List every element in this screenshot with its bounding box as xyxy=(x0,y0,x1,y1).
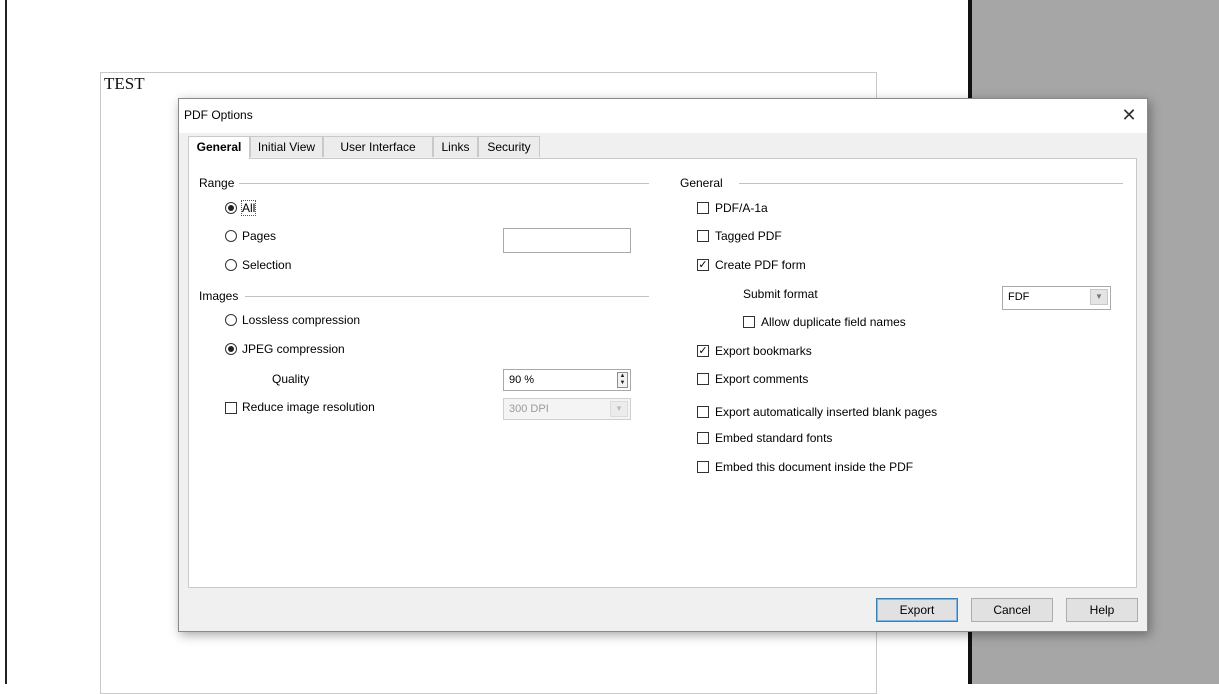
chevron-down-icon[interactable]: ▼ xyxy=(1090,289,1108,305)
cancel-button[interactable]: Cancel xyxy=(971,598,1053,622)
range-divider xyxy=(239,183,649,184)
embed-fonts-label[interactable]: Embed standard fonts xyxy=(715,431,832,445)
window-left-border xyxy=(5,0,7,684)
tagged-pdf-checkbox[interactable] xyxy=(697,230,709,242)
spin-arrows-icon[interactable]: ▲ ▼ xyxy=(617,372,628,388)
create-form-label[interactable]: Create PDF form xyxy=(715,258,806,272)
submit-format-label: Submit format xyxy=(743,287,818,301)
resolution-value: 300 DPI xyxy=(509,403,549,415)
dialog-title-bar[interactable]: PDF Options ✕ xyxy=(179,99,1147,133)
tab-user-interface[interactable]: User Interface xyxy=(323,136,433,157)
reduce-resolution-label[interactable]: Reduce image resolution xyxy=(242,400,375,414)
tagged-pdf-label[interactable]: Tagged PDF xyxy=(715,229,782,243)
pages-input[interactable] xyxy=(503,228,631,253)
create-form-checkbox[interactable]: ✓ xyxy=(697,259,709,271)
images-divider xyxy=(245,296,649,297)
export-bookmarks-label[interactable]: Export bookmarks xyxy=(715,344,812,358)
embed-document-label[interactable]: Embed this document inside the PDF xyxy=(715,460,913,474)
embed-fonts-checkbox[interactable] xyxy=(697,432,709,444)
range-pages-radio[interactable] xyxy=(225,230,237,242)
document-text: TEST xyxy=(104,74,145,93)
range-selection-radio[interactable] xyxy=(225,259,237,271)
jpeg-radio[interactable] xyxy=(225,343,237,355)
tab-general[interactable]: General xyxy=(188,136,250,159)
dialog-title: PDF Options xyxy=(184,108,253,122)
range-heading: Range xyxy=(199,176,239,190)
tab-links[interactable]: Links xyxy=(433,136,478,157)
export-button[interactable]: Export xyxy=(876,598,958,622)
pdf-options-dialog: PDF Options ✕ General Initial View User … xyxy=(178,98,1148,632)
pdfa-checkbox[interactable] xyxy=(697,202,709,214)
jpeg-label[interactable]: JPEG compression xyxy=(242,342,345,356)
tab-security[interactable]: Security xyxy=(478,136,540,157)
general-tab-panel: Range All Pages Selection Images Lossles… xyxy=(188,158,1137,588)
lossless-radio[interactable] xyxy=(225,314,237,326)
close-icon[interactable]: ✕ xyxy=(1117,104,1141,126)
export-bookmarks-checkbox[interactable]: ✓ xyxy=(697,345,709,357)
export-comments-label[interactable]: Export comments xyxy=(715,372,808,386)
submit-format-dropdown[interactable]: FDF ▼ xyxy=(1002,286,1111,310)
reduce-resolution-checkbox[interactable] xyxy=(225,402,237,414)
lossless-label[interactable]: Lossless compression xyxy=(242,313,360,327)
quality-spinbox[interactable]: 90 % ▲ ▼ xyxy=(503,369,631,391)
export-blank-pages-checkbox[interactable] xyxy=(697,406,709,418)
tab-initial-view[interactable]: Initial View xyxy=(250,136,323,157)
allow-duplicate-checkbox[interactable] xyxy=(743,316,755,328)
submit-format-value: FDF xyxy=(1008,291,1030,303)
images-heading: Images xyxy=(199,289,243,303)
general-divider xyxy=(739,183,1123,184)
allow-duplicate-label[interactable]: Allow duplicate field names xyxy=(761,315,906,329)
help-button[interactable]: Help xyxy=(1066,598,1138,622)
export-comments-checkbox[interactable] xyxy=(697,373,709,385)
pdfa-label[interactable]: PDF/A-1a xyxy=(715,201,768,215)
export-blank-pages-label[interactable]: Export automatically inserted blank page… xyxy=(715,405,937,419)
general-heading: General xyxy=(680,176,727,190)
quality-label: Quality xyxy=(272,372,310,386)
range-pages-label[interactable]: Pages xyxy=(242,229,276,243)
range-selection-label[interactable]: Selection xyxy=(242,258,291,272)
chevron-down-icon: ▼ xyxy=(610,401,628,417)
range-all-label[interactable]: All xyxy=(240,200,257,216)
range-all-radio[interactable] xyxy=(225,202,237,214)
quality-value: 90 % xyxy=(509,374,535,386)
embed-document-checkbox[interactable] xyxy=(697,461,709,473)
resolution-dropdown: 300 DPI ▼ xyxy=(503,398,631,420)
